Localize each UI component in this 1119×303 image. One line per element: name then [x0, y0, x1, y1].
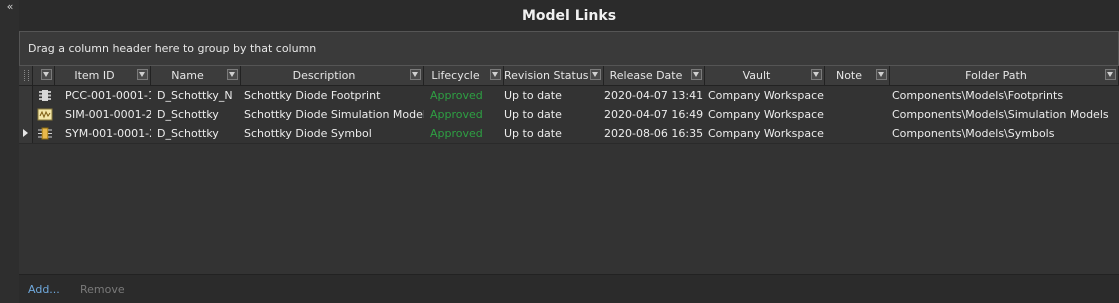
column-header-revision-status[interactable]: Revision Status	[504, 66, 604, 85]
cell-folder-path: Components\Models\Simulation Models	[892, 108, 1109, 121]
cell-revision-status: Up to date	[504, 127, 562, 140]
cell-folder-path: Components\Models\Symbols	[892, 127, 1055, 140]
filter-icon[interactable]	[227, 69, 238, 80]
column-header-label: Revision Status	[504, 69, 589, 82]
left-edge-strip: «	[0, 0, 20, 303]
type-column-header[interactable]	[33, 66, 55, 85]
column-header-description[interactable]: Description	[241, 66, 424, 85]
add-button[interactable]: Add...	[28, 283, 60, 296]
column-header-vault[interactable]: Vault	[705, 66, 825, 85]
table-row[interactable]: PCC-001-0001-1 D_Schottky_N Schottky Diode…	[19, 86, 1119, 106]
cell-note	[825, 105, 890, 124]
filter-icon[interactable]	[876, 69, 887, 80]
column-header-note[interactable]: Note	[825, 66, 890, 85]
column-header-label: Vault	[742, 69, 771, 82]
cell-revision-status: Up to date	[504, 89, 562, 102]
cell-lifecycle: Approved	[430, 89, 483, 102]
row-indicator[interactable]	[19, 105, 33, 124]
column-header-name[interactable]: Name	[151, 66, 241, 85]
group-by-hint: Drag a column header here to group by th…	[28, 42, 317, 55]
cell-release-date: 2020-04-07 13:41	[604, 89, 704, 102]
cell-vault: Company Workspace	[708, 127, 824, 140]
column-header-folder-path[interactable]: Folder Path	[890, 66, 1119, 85]
cell-note	[825, 86, 890, 105]
group-by-area[interactable]: Drag a column header here to group by th…	[19, 31, 1119, 66]
row-indicator[interactable]	[19, 86, 33, 105]
column-header-item-id[interactable]: Item ID	[55, 66, 151, 85]
cell-release-date: 2020-04-07 16:49	[604, 108, 704, 121]
filter-icon[interactable]	[410, 69, 421, 80]
column-header-label: Folder Path	[965, 69, 1027, 82]
column-header-label: Description	[292, 69, 356, 82]
filter-icon[interactable]	[41, 69, 52, 80]
column-header-release-date[interactable]: Release Date	[604, 66, 705, 85]
simulation-model-icon	[37, 108, 53, 121]
cell-lifecycle: Approved	[430, 127, 483, 140]
collapse-panel-icon[interactable]: «	[3, 1, 17, 15]
filter-icon[interactable]	[137, 69, 148, 80]
current-row-arrow-icon	[23, 129, 28, 137]
cell-name: D_Schottky	[157, 127, 219, 140]
cell-item-id: SIM-001-0001-2	[65, 108, 151, 121]
model-links-grid: Item ID Name Description Lifecycle Revision …	[19, 66, 1119, 275]
model-links-panel: Model Links Drag a column header here to…	[19, 0, 1119, 303]
column-header-lifecycle[interactable]: Lifecycle	[424, 66, 504, 85]
row-indicator-header[interactable]	[19, 66, 33, 85]
grid-header: Item ID Name Description Lifecycle Revision …	[19, 66, 1119, 86]
symbol-icon	[37, 127, 53, 140]
column-header-label: Item ID	[74, 69, 115, 82]
remove-button: Remove	[80, 283, 125, 296]
cell-description: Schottky Diode Symbol	[244, 127, 372, 140]
grip-icon	[24, 70, 29, 81]
cell-vault: Company Workspace	[708, 89, 824, 102]
column-header-label: Note	[835, 69, 863, 82]
cell-name: D_Schottky_N	[157, 89, 233, 102]
column-header-label: Name	[171, 69, 204, 82]
cell-note	[825, 124, 890, 143]
footprint-icon	[37, 89, 53, 102]
cell-item-id: SYM-001-0001-2	[65, 127, 151, 140]
table-row[interactable]: SIM-001-0001-2 D_Schottky Schottky Diode S…	[19, 105, 1119, 125]
panel-title: Model Links	[521, 8, 617, 24]
filter-icon[interactable]	[590, 69, 601, 80]
filter-icon[interactable]	[1105, 69, 1116, 80]
filter-icon[interactable]	[691, 69, 702, 80]
cell-revision-status: Up to date	[504, 108, 562, 121]
filter-icon[interactable]	[490, 69, 501, 80]
cell-description: Schottky Diode Footprint	[244, 89, 381, 102]
cell-name: D_Schottky	[157, 108, 219, 121]
column-header-label: Lifecycle	[431, 69, 480, 82]
filter-icon[interactable]	[811, 69, 822, 80]
cell-lifecycle: Approved	[430, 108, 483, 121]
cell-vault: Company Workspace	[708, 108, 824, 121]
panel-footer: Add... Remove	[19, 276, 1119, 303]
cell-description: Schottky Diode Simulation Model	[244, 108, 424, 121]
table-row[interactable]: SYM-001-0001-2 D_Schottky Schottky Diode S…	[19, 124, 1119, 144]
column-header-label: Release Date	[609, 69, 683, 82]
cell-release-date: 2020-08-06 16:35	[604, 127, 704, 140]
cell-item-id: PCC-001-0001-1	[65, 89, 151, 102]
cell-folder-path: Components\Models\Footprints	[892, 89, 1064, 102]
row-indicator[interactable]	[19, 124, 33, 143]
